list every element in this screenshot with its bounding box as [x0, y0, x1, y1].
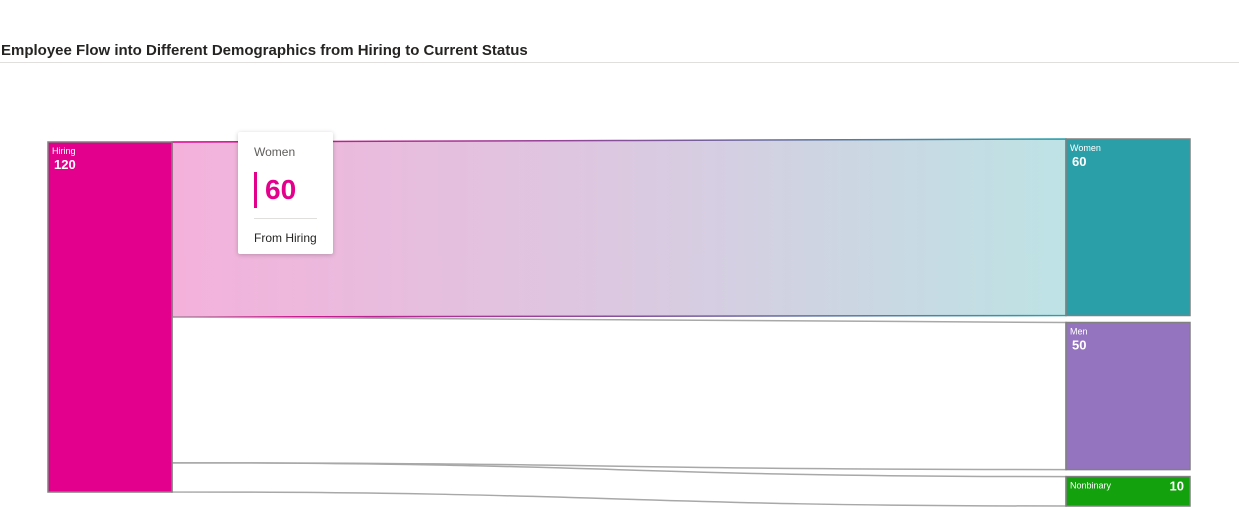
node-value-women: 60 — [1072, 154, 1086, 169]
tooltip-name: Women — [254, 145, 296, 159]
tooltip: Women 60 From Hiring — [238, 132, 333, 254]
tooltip-divider — [254, 218, 317, 219]
tooltip-color-bar — [254, 172, 257, 208]
tooltip-value: 60 — [265, 174, 297, 205]
node-value-hiring: 120 — [54, 157, 76, 172]
sankey-chart: Hiring120Women60Men50Nonbinary 10 — [47, 138, 1191, 507]
node-value-men: 50 — [1072, 338, 1086, 353]
tooltip-source: From Hiring — [254, 231, 317, 245]
node-value-nonbinary: 10 — [1170, 479, 1184, 494]
node-label-hiring: Hiring — [52, 146, 76, 156]
node-label-nonbinary: Nonbinary — [1070, 481, 1112, 491]
node-label-men: Men — [1070, 327, 1088, 337]
node-label-women: Women — [1070, 143, 1101, 153]
node-hiring[interactable] — [47, 141, 173, 493]
link-hiring-to-men[interactable] — [171, 316, 1067, 471]
